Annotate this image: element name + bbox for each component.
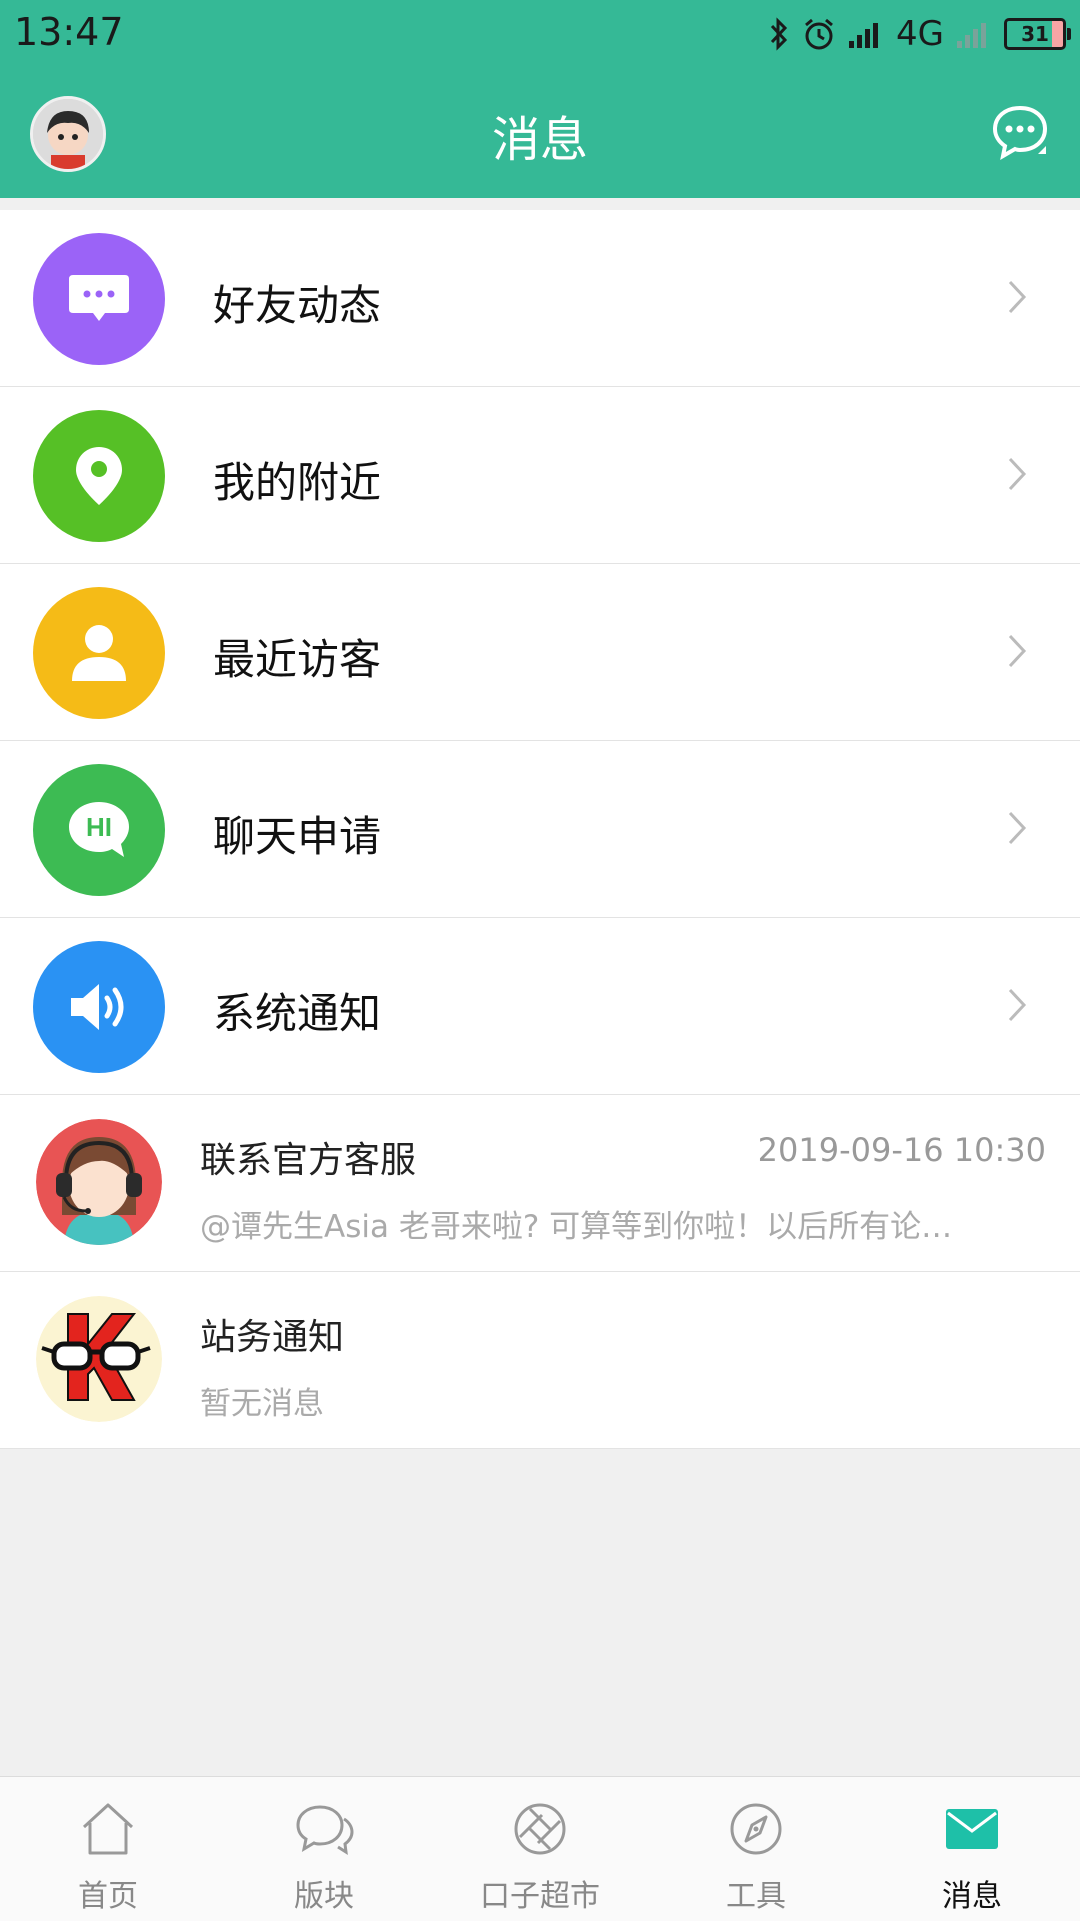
user-icon <box>33 587 165 719</box>
tab-home[interactable]: 首页 <box>0 1777 216 1921</box>
site-notice-avatar <box>36 1296 162 1422</box>
comment-dots-icon <box>33 233 165 365</box>
hi-text: HI <box>86 812 112 842</box>
page-title: 消息 <box>491 112 588 168</box>
bluetooth-icon <box>770 17 788 51</box>
tab-market[interactable]: 口子超市 <box>432 1777 648 1921</box>
app-header: 消息 <box>0 66 1080 198</box>
menu-item-friend-activity[interactable]: 好友动态 <box>0 210 1080 387</box>
chevron-right-icon <box>1008 457 1027 491</box>
signal-weak-icon <box>957 23 986 48</box>
menu-label: 最近访客 <box>213 635 382 684</box>
menu-label: 聊天申请 <box>213 812 382 861</box>
chevron-right-icon <box>1008 280 1027 314</box>
home-icon <box>82 1803 134 1855</box>
tab-forums[interactable]: 版块 <box>216 1777 432 1921</box>
tab-label: 口子超市 <box>480 1879 600 1914</box>
alarm-icon <box>805 18 833 50</box>
message-list: 好友动态 我的附近 最近访客 HI 聊天申请 系统通知 联系官方客服 2019-… <box>0 210 1080 1449</box>
chat-more-icon[interactable] <box>990 102 1050 162</box>
menu-label: 好友动态 <box>213 281 382 330</box>
location-pin-icon <box>33 410 165 542</box>
conversation-name: 联系官方客服 <box>200 1140 417 1181</box>
status-icons: 4G 31 <box>768 12 1071 56</box>
conversation-time: 2019-09-16 10:30 <box>757 1131 1046 1169</box>
chevron-right-icon <box>1008 634 1027 668</box>
chat-bubbles-icon <box>296 1805 354 1855</box>
tab-tools[interactable]: 工具 <box>648 1777 864 1921</box>
menu-item-nearby[interactable]: 我的附近 <box>0 387 1080 564</box>
network-type: 4G <box>896 14 944 54</box>
conversation-preview: 暂无消息 <box>200 1386 324 1422</box>
compass-icon <box>730 1803 782 1855</box>
conversation-preview: @谭先生Asia 老哥来啦? 可算等到你啦！以后所有论坛、活动、商家问题都可以找… <box>200 1209 980 1245</box>
chevron-right-icon <box>1008 988 1027 1022</box>
tab-label: 首页 <box>78 1879 138 1914</box>
envelope-icon <box>946 1809 998 1849</box>
tab-label: 版块 <box>294 1879 354 1914</box>
tab-messages[interactable]: 消息 <box>864 1777 1080 1921</box>
tab-label: 消息 <box>942 1879 1002 1914</box>
menu-item-chat-requests[interactable]: HI 聊天申请 <box>0 741 1080 918</box>
speaker-icon <box>33 941 165 1073</box>
tab-label: 工具 <box>726 1879 786 1914</box>
battery-icon: 31 <box>1004 18 1071 50</box>
chevron-right-icon <box>1008 811 1027 845</box>
aperture-icon <box>514 1803 566 1855</box>
menu-item-system-notice[interactable]: 系统通知 <box>0 918 1080 1095</box>
menu-label: 我的附近 <box>213 458 382 507</box>
status-bar: 13:47 4G 31 <box>0 0 1080 66</box>
conversation-name: 站务通知 <box>200 1317 345 1358</box>
hi-bubble-icon: HI <box>33 764 165 896</box>
support-agent-avatar <box>36 1119 162 1245</box>
signal-icon <box>849 23 879 48</box>
conversation-customer-service[interactable]: 联系官方客服 2019-09-16 10:30 @谭先生Asia 老哥来啦? 可… <box>0 1095 1080 1272</box>
bottom-tab-bar: 首页 版块 口子超市 工具 消息 <box>0 1776 1080 1921</box>
menu-item-recent-visitors[interactable]: 最近访客 <box>0 564 1080 741</box>
conversation-site-notice[interactable]: 站务通知 暂无消息 <box>0 1272 1080 1449</box>
menu-label: 系统通知 <box>213 989 382 1038</box>
status-time: 13:47 <box>14 10 124 54</box>
